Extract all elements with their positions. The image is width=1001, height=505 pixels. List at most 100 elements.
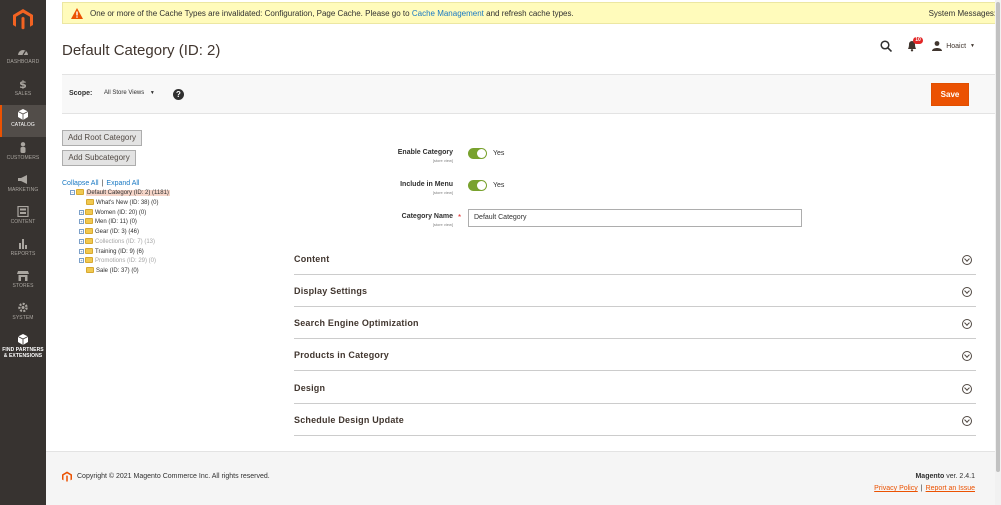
message-text: One or more of the Cache Types are inval… [90,9,574,18]
cache-management-link[interactable]: Cache Management [412,9,484,18]
report-issue-link[interactable]: Report an Issue [926,485,975,492]
section-products-in-category[interactable]: Products in Category [294,339,976,371]
nav-catalog-label: CATALOG [11,122,35,128]
svg-text:$: $ [19,78,27,89]
version-info: Magento ver. 2.4.1 [915,473,975,480]
search-icon[interactable] [880,40,893,52]
tree-expand-icon[interactable]: + [79,218,84,224]
scope-value: All Store Views [104,90,145,96]
include-in-menu-toggle[interactable] [468,180,487,191]
scope-switcher[interactable]: All Store Views ▼ [104,90,155,96]
tree-node[interactable]: + Women (ID: 20) (0) [79,209,146,218]
user-icon [932,41,943,51]
chevron-down-icon [962,384,972,394]
nav-catalog[interactable]: CATALOG [0,105,46,137]
chevron-down-icon [962,287,972,297]
folder-icon [86,267,94,274]
section-title: Search Engine Optimization [294,318,419,328]
folder-icon [85,248,93,255]
enable-category-toggle[interactable] [468,148,487,159]
nav-marketing[interactable]: MARKETING [0,170,46,202]
nav-stores[interactable]: STORES [0,266,46,298]
page-title: Default Category (ID: 2) [62,42,221,59]
user-menu[interactable]: Hoaict ▼ [932,41,975,51]
tree-node[interactable]: + Training (ID: 9) (6) [79,248,144,257]
tree-node[interactable]: + Promotions (ID: 29) (0) [79,257,156,266]
magento-logo[interactable] [13,9,33,31]
section-seo[interactable]: Search Engine Optimization [294,307,976,339]
category-name-scope: [store view] [432,222,453,227]
tree-node-default-category[interactable]: − Default Category (ID: 2) (1181) [70,189,170,198]
section-title: Content [294,254,330,264]
tree-expand-icon[interactable]: + [79,228,84,234]
help-icon[interactable]: ? [173,89,184,100]
system-messages-toggle[interactable]: System Messages: 1 ▼ [929,9,1001,18]
layout-icon [17,206,29,217]
privacy-policy-link[interactable]: Privacy Policy [874,485,918,492]
notifications-button[interactable]: 10 [906,37,923,52]
folder-icon [85,257,93,264]
tree-node[interactable]: What's New (ID: 38) (0) [79,199,159,208]
tree-expand-icon[interactable]: + [79,257,84,263]
magento-footer-logo [62,471,72,482]
tree-expand-icon[interactable]: + [79,238,84,244]
nav-reports[interactable]: REPORTS [0,234,46,266]
section-display-settings[interactable]: Display Settings [294,275,976,307]
section-schedule-design-update[interactable]: Schedule Design Update [294,404,976,436]
nav-customers-label: CUSTOMERS [6,155,40,161]
tree-node-label: Gear (ID: 3) (46) [95,229,140,235]
nav-content-label: CONTENT [10,219,36,225]
include-in-menu-value: Yes [493,182,505,189]
page-scrollbar[interactable] [995,0,1001,505]
bar-chart-icon [19,239,27,249]
folder-icon [85,218,93,225]
chevron-down-icon [962,319,972,329]
category-name-input[interactable]: Default Category [468,209,802,227]
folder-icon [85,228,93,235]
save-button[interactable]: Save [931,83,969,106]
tree-controls-separator: | [101,180,104,187]
megaphone-icon [18,175,27,184]
scrollbar-thumb[interactable] [996,2,1000,472]
section-title: Display Settings [294,286,368,296]
chevron-down-icon [962,351,972,361]
folder-icon [85,209,93,216]
tree-node[interactable]: + Collections (ID: 7) (13) [79,238,155,247]
system-message-bar: One or more of the Cache Types are inval… [62,2,1001,24]
tree-node-label: What's New (ID: 38) (0) [96,200,159,206]
nav-customers[interactable]: CUSTOMERS [0,138,46,170]
tree-expand-icon[interactable]: + [79,209,84,215]
footer-links: Privacy Policy | Report an Issue [874,485,975,492]
tree-expand-icon[interactable]: + [79,248,84,254]
store-icon [17,271,29,281]
tree-controls: Collapse All | Expand All [62,180,140,187]
nav-dashboard[interactable]: DASHBOARD [0,42,46,74]
system-messages-label: System Messages: 1 [928,9,1001,18]
copyright-text: Copyright © 2021 Magento Commerce Inc. A… [77,473,270,480]
add-subcategory-button[interactable]: Add Subcategory [62,150,136,166]
tree-node[interactable]: Sale (ID: 37) (0) [79,267,139,276]
section-design[interactable]: Design [294,372,976,404]
nav-find-partners[interactable]: FIND PARTNERS & EXTENSIONS [0,330,46,362]
nav-stores-label: STORES [12,283,34,289]
tree-node[interactable]: + Gear (ID: 3) (46) [79,228,139,237]
nav-sales[interactable]: $ SALES [0,74,46,106]
category-name-label: Category Name [401,213,453,220]
tree-node[interactable]: + Men (ID: 11) (0) [79,218,137,227]
notifications-count-badge: 10 [913,37,923,44]
chevron-down-icon [962,255,972,265]
nav-content[interactable]: CONTENT [0,202,46,234]
nav-marketing-label: MARKETING [7,187,39,193]
expand-all-link[interactable]: Expand All [106,180,139,187]
section-title: Schedule Design Update [294,415,404,425]
tree-node-label: Training (ID: 9) (6) [95,249,144,255]
version-text: ver. 2.4.1 [946,473,975,480]
section-content[interactable]: Content [294,243,976,275]
scope-bar: Scope: All Store Views ▼ ? Save [62,74,1001,114]
collapse-all-link[interactable]: Collapse All [62,180,99,187]
add-root-category-button[interactable]: Add Root Category [62,130,142,146]
tree-node-label: Women (ID: 20) (0) [95,210,147,216]
nav-system[interactable]: SYSTEM [0,298,46,330]
tree-collapse-icon[interactable]: − [70,189,75,195]
cube-icon [17,109,29,120]
